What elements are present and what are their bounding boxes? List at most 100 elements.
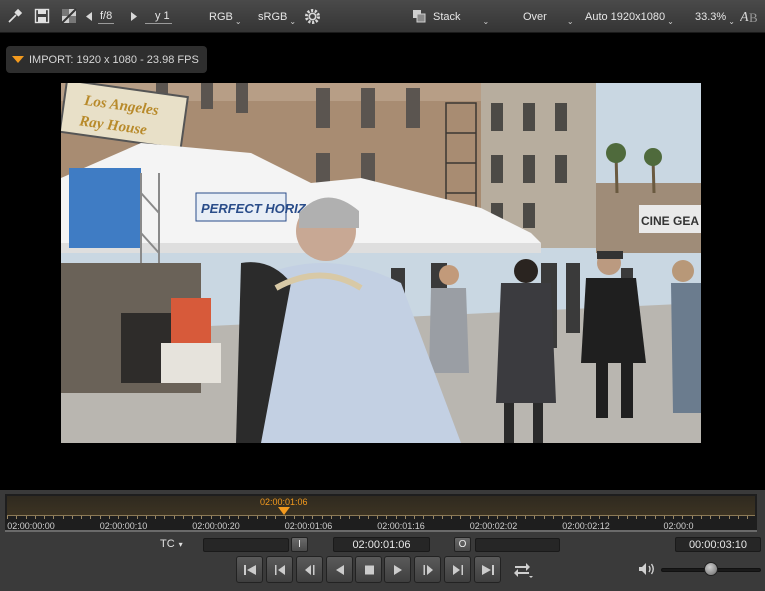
ruler-tick bbox=[16, 516, 18, 519]
ruler-tick bbox=[118, 516, 119, 519]
ruler-tick bbox=[238, 516, 240, 519]
ruler-tick bbox=[81, 516, 82, 519]
duration-field: 00:00:03:10 bbox=[675, 537, 761, 552]
composite-mode-select[interactable]: Stack ⌄ bbox=[433, 0, 489, 33]
step-forward-icon bbox=[423, 564, 433, 575]
in-point-field[interactable] bbox=[203, 538, 289, 552]
ruler-tick bbox=[460, 516, 462, 519]
ruler-tick bbox=[229, 516, 230, 519]
overlay-mode-select[interactable]: Over ⌄ bbox=[523, 0, 574, 33]
aperture-next-arrow[interactable] bbox=[131, 0, 137, 33]
step-forward-button[interactable] bbox=[414, 556, 441, 583]
ruler-tick bbox=[515, 516, 517, 519]
ruler-tick bbox=[284, 516, 286, 519]
ruler-tick bbox=[700, 516, 702, 519]
ruler-tick bbox=[25, 516, 27, 519]
eyedropper-icon[interactable] bbox=[6, 7, 24, 25]
ruler-tick bbox=[562, 516, 563, 519]
ruler-tick bbox=[293, 516, 295, 519]
timecode-mode-select[interactable]: TC ▾ bbox=[160, 538, 183, 550]
ruler-tick bbox=[451, 516, 452, 519]
ruler-tick bbox=[404, 516, 406, 519]
ruler-tick bbox=[599, 516, 600, 519]
step-back-button[interactable] bbox=[296, 556, 323, 583]
clip-info-label[interactable]: IMPORT: 1920 x 1080 - 23.98 FPS bbox=[6, 46, 207, 73]
go-to-start-button[interactable] bbox=[236, 556, 263, 583]
ruler-tick bbox=[386, 516, 388, 519]
ruler-tick bbox=[312, 516, 314, 519]
loop-mode-button[interactable] bbox=[512, 561, 534, 582]
chevron-down-icon: ⌄ bbox=[482, 16, 490, 26]
play-reverse-button[interactable] bbox=[326, 556, 353, 583]
ruler-tick bbox=[441, 516, 443, 519]
ruler-tick bbox=[182, 516, 184, 519]
ruler-tick bbox=[636, 516, 637, 519]
ruler-tick bbox=[145, 516, 147, 519]
checker-icon[interactable] bbox=[60, 7, 78, 25]
ruler-tick bbox=[44, 516, 45, 519]
aperture-value[interactable]: f/8 bbox=[98, 0, 115, 33]
aperture-prev-arrow[interactable] bbox=[86, 0, 92, 33]
volume-slider-knob[interactable] bbox=[704, 562, 718, 576]
ruler-tick bbox=[543, 516, 545, 519]
mark-out-button[interactable]: O bbox=[454, 537, 471, 552]
skip-start-icon bbox=[243, 564, 256, 575]
ruler-tick bbox=[7, 516, 8, 519]
ruler-tick bbox=[728, 516, 730, 519]
next-edit-icon bbox=[452, 564, 463, 575]
ruler-tick bbox=[136, 516, 138, 519]
stop-icon bbox=[364, 565, 374, 574]
ab-icon[interactable]: AB bbox=[740, 7, 760, 25]
ruler-tick bbox=[654, 516, 656, 519]
ruler-tick bbox=[90, 516, 92, 519]
ruler-tick bbox=[358, 516, 360, 519]
ruler-tick bbox=[303, 516, 304, 519]
next-edit-button[interactable] bbox=[444, 556, 471, 583]
go-to-end-button[interactable] bbox=[474, 556, 501, 583]
step-back-icon bbox=[304, 564, 314, 575]
ruler-tick bbox=[155, 516, 156, 519]
loop-icon bbox=[514, 563, 533, 578]
chevron-down-icon: ⌄ bbox=[667, 16, 674, 26]
ruler-tick bbox=[626, 516, 628, 519]
stop-button[interactable] bbox=[355, 556, 382, 583]
out-point-field[interactable] bbox=[475, 538, 560, 552]
current-timecode-field[interactable]: 02:00:01:06 bbox=[333, 537, 430, 552]
ruler-tick bbox=[53, 516, 55, 519]
gear-icon[interactable] bbox=[303, 7, 321, 25]
ruler-tick bbox=[673, 516, 674, 519]
ruler-tick bbox=[275, 516, 277, 519]
ruler-tick bbox=[691, 516, 693, 519]
ruler-tick bbox=[525, 516, 526, 519]
color-space-select[interactable]: sRGB ⌄ bbox=[258, 0, 296, 33]
ruler-tick bbox=[173, 516, 175, 519]
play-button[interactable] bbox=[384, 556, 411, 583]
chevron-down-icon: ⌄ bbox=[289, 16, 297, 26]
svg-text:B: B bbox=[749, 10, 758, 24]
color-mode-select[interactable]: RGB ⌄ bbox=[209, 0, 242, 33]
ruler-tick bbox=[377, 516, 378, 519]
ruler-tick bbox=[552, 516, 554, 519]
ruler-tick bbox=[608, 516, 610, 519]
sign-cine-gear: CINE GEA bbox=[641, 214, 699, 228]
volume-icon[interactable] bbox=[638, 562, 656, 579]
ruler-tick bbox=[682, 516, 684, 519]
ruler-tick bbox=[192, 516, 193, 519]
playhead-marker[interactable] bbox=[277, 507, 290, 515]
ruler-tick bbox=[34, 516, 36, 519]
ruler-tick bbox=[395, 516, 397, 519]
ruler-tick bbox=[62, 516, 64, 519]
svg-text:A: A bbox=[740, 10, 749, 24]
ruler-tick bbox=[432, 516, 434, 519]
zoom-select[interactable]: 33.3% ⌄ bbox=[695, 0, 735, 33]
resolution-select[interactable]: Auto 1920x1080 ⌄ bbox=[585, 0, 674, 33]
previous-edit-button[interactable] bbox=[266, 556, 293, 583]
save-icon[interactable] bbox=[33, 7, 51, 25]
ruler-tick bbox=[367, 516, 369, 519]
ruler-tick bbox=[71, 516, 73, 519]
ruler-tick bbox=[201, 516, 203, 519]
top-toolbar: f/8 y 1 RGB ⌄ sRGB ⌄ Stack ⌄ Over ⌄ Auto 1… bbox=[0, 0, 765, 33]
mark-in-button[interactable]: I bbox=[291, 537, 308, 552]
timeline-scrub-strip[interactable] bbox=[7, 496, 755, 515]
channel-select[interactable]: y 1 bbox=[145, 0, 172, 33]
